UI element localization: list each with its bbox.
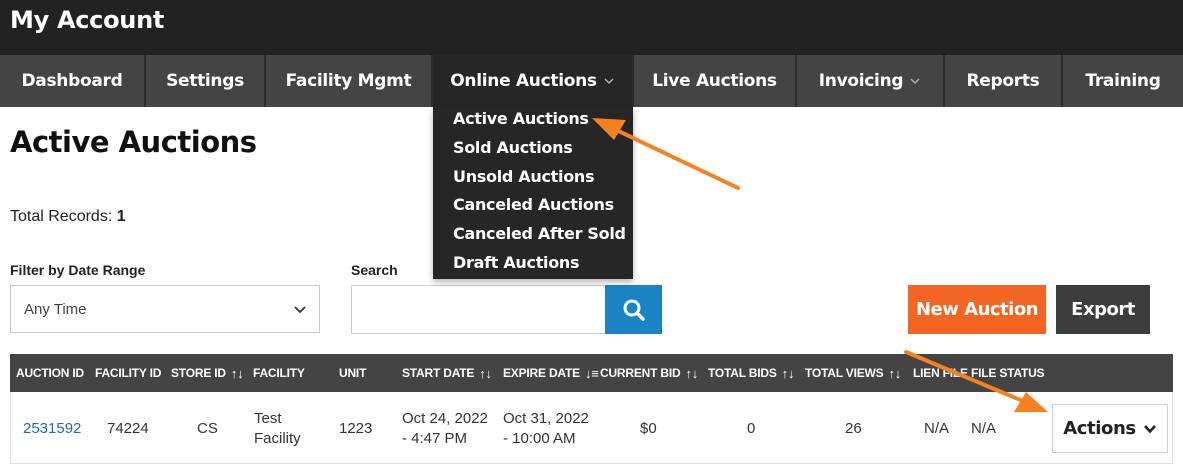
table-row (10, 392, 1173, 464)
search-icon (623, 299, 645, 321)
col-total-bids[interactable]: TOTAL BIDS ↑↓ (708, 354, 794, 392)
chevron-down-icon (294, 306, 306, 314)
total-bids-cell: 0 (747, 420, 756, 437)
store-id-cell: CS (197, 420, 218, 437)
app-title: My Account (10, 6, 165, 34)
total-views-cell: 26 (845, 420, 862, 437)
col-file-status: FILE STATUS (971, 354, 1045, 392)
sort-desc-icon[interactable]: ↓≡ (585, 366, 599, 381)
nav-settings-label: Settings (166, 71, 244, 91)
nav-invoicing-label: Invoicing (818, 71, 904, 91)
main-nav: Dashboard Settings Facility Mgmt Online … (0, 55, 1183, 107)
menu-item-unsold-auctions[interactable]: Unsold Auctions (453, 167, 595, 186)
col-store-id-label: STORE ID (171, 366, 226, 380)
col-unit: UNIT (339, 354, 366, 392)
date-range-select[interactable]: Any Time (10, 285, 320, 333)
col-facility-id-label: FACILITY ID (95, 366, 162, 380)
total-records: Total Records: 1 (10, 208, 126, 226)
col-file-status-label: FILE STATUS (971, 366, 1045, 380)
menu-item-sold-auctions[interactable]: Sold Auctions (453, 138, 573, 157)
date-range-value: Any Time (24, 301, 87, 318)
search-input[interactable] (351, 285, 606, 334)
col-auction-id: AUCTION ID (16, 354, 84, 392)
nav-training-label: Training (1085, 71, 1161, 91)
table-header: AUCTION ID FACILITY ID STORE ID ↑↓ FACIL… (10, 354, 1173, 392)
facility-cell-line2: Facility (254, 430, 301, 447)
nav-dashboard[interactable]: Dashboard (0, 55, 144, 107)
start-date-line1: Oct 24, 2022 (402, 410, 488, 427)
menu-item-canceled-auctions[interactable]: Canceled Auctions (453, 195, 614, 214)
export-button[interactable]: Export (1056, 285, 1150, 334)
col-start-date[interactable]: START DATE ↑↓ (402, 354, 492, 392)
col-start-date-label: START DATE (402, 366, 475, 380)
sort-icon[interactable]: ↑↓ (782, 366, 795, 381)
sort-icon[interactable]: ↑↓ (479, 366, 492, 381)
expire-date-line2: - 10:00 AM (503, 430, 576, 447)
total-records-label: Total Records: (10, 208, 113, 225)
nav-settings[interactable]: Settings (146, 55, 264, 107)
nav-invoicing[interactable]: Invoicing (797, 55, 943, 107)
search-button[interactable] (605, 285, 662, 334)
col-expire-date-label: EXPIRE DATE (503, 366, 580, 380)
col-facility-label: FACILITY (253, 366, 305, 380)
nav-live-auctions-label: Live Auctions (652, 71, 777, 91)
nav-online-auctions[interactable]: Online Auctions (433, 55, 632, 107)
menu-item-active-auctions[interactable]: Active Auctions (453, 109, 589, 128)
col-facility: FACILITY (253, 354, 305, 392)
search-label: Search (351, 262, 398, 278)
nav-reports-label: Reports (966, 71, 1040, 91)
col-current-bid-label: CURRENT BID (600, 366, 681, 380)
online-auctions-dropdown: Active Auctions Sold Auctions Unsold Auc… (433, 107, 633, 279)
menu-item-canceled-after-sold[interactable]: Canceled After Sold (453, 224, 626, 243)
top-bar: My Account (0, 0, 1183, 55)
page-title: Active Auctions (10, 125, 257, 159)
col-lien-file: LIEN FILE (913, 354, 968, 392)
start-date-line2: - 4:47 PM (402, 430, 468, 447)
file-status-cell: N/A (971, 420, 997, 437)
nav-facility-mgmt-label: Facility Mgmt (285, 71, 412, 91)
total-records-value: 1 (116, 208, 126, 225)
col-lien-file-label: LIEN FILE (913, 366, 968, 380)
col-auction-id-label: AUCTION ID (16, 366, 84, 380)
nav-facility-mgmt[interactable]: Facility Mgmt (266, 55, 431, 107)
col-unit-label: UNIT (339, 366, 367, 380)
col-expire-date[interactable]: EXPIRE DATE ↓≡ (503, 354, 599, 392)
auction-id-link[interactable]: 2531592 (23, 419, 81, 439)
new-auction-button[interactable]: New Auction (908, 285, 1046, 334)
col-total-views-label: TOTAL VIEWS (805, 366, 884, 380)
nav-training[interactable]: Training (1063, 55, 1183, 107)
chevron-down-icon (604, 78, 614, 84)
col-total-views[interactable]: TOTAL VIEWS ↑↓ (805, 354, 901, 392)
chevron-down-icon (1143, 424, 1156, 433)
facility-cell-line1: Test (254, 410, 282, 427)
expire-date-line1: Oct 31, 2022 (503, 410, 589, 427)
nav-dashboard-label: Dashboard (21, 71, 123, 91)
date-filter-label: Filter by Date Range (10, 262, 146, 278)
menu-item-draft-auctions[interactable]: Draft Auctions (453, 253, 580, 272)
sort-icon[interactable]: ↑↓ (231, 366, 244, 381)
col-current-bid[interactable]: CURRENT BID ↑↓ (600, 354, 698, 392)
col-store-id[interactable]: STORE ID ↑↓ (171, 354, 244, 392)
sort-icon[interactable]: ↑↓ (685, 366, 698, 381)
facility-id-cell: 74224 (107, 420, 149, 437)
actions-button-label: Actions (1063, 418, 1136, 439)
lien-file-cell: N/A (924, 420, 950, 437)
nav-live-auctions[interactable]: Live Auctions (634, 55, 795, 107)
col-facility-id: FACILITY ID (95, 354, 161, 392)
nav-reports[interactable]: Reports (945, 55, 1061, 107)
col-total-bids-label: TOTAL BIDS (708, 366, 777, 380)
current-bid-cell: $0 (640, 420, 657, 437)
unit-cell: 1223 (339, 420, 373, 437)
sort-icon[interactable]: ↑↓ (888, 366, 901, 381)
actions-button[interactable]: Actions (1052, 404, 1168, 453)
nav-online-auctions-label: Online Auctions (450, 71, 597, 91)
chevron-down-icon (910, 78, 920, 84)
